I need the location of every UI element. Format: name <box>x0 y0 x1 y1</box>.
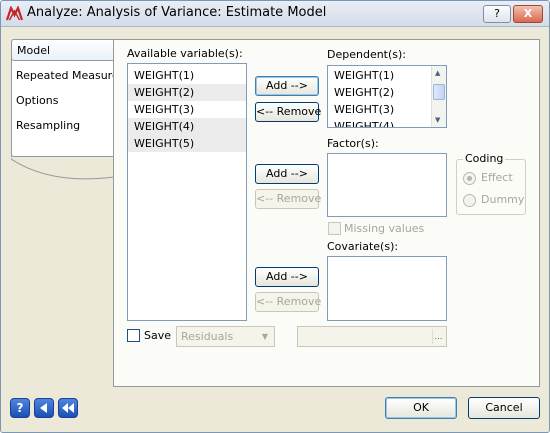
factor-label: Factor(s): <box>327 137 379 150</box>
add-factor-button[interactable]: Add --> <box>255 164 319 184</box>
list-item[interactable]: WEIGHT(2) <box>328 84 446 101</box>
dependent-label: Dependent(s): <box>327 48 407 61</box>
list-item[interactable]: WEIGHT(2) <box>128 84 246 101</box>
list-item[interactable]: WEIGHT(3) <box>328 101 446 118</box>
ok-button[interactable]: OK <box>385 397 457 419</box>
cancel-button[interactable]: Cancel <box>468 397 540 419</box>
scroll-down-icon[interactable]: ▼ <box>435 117 443 124</box>
dependent-scrollbar[interactable]: ▲ ▼ <box>431 66 446 127</box>
save-type-value: Residuals <box>181 330 234 343</box>
dummy-label: Dummy <box>481 193 525 206</box>
factor-list[interactable] <box>327 153 447 217</box>
browse-button[interactable]: ... <box>432 329 444 344</box>
covariate-list[interactable] <box>327 256 447 321</box>
missing-values-label: Missing values <box>344 222 425 235</box>
back-icon[interactable] <box>34 398 54 418</box>
title-help-button[interactable]: ? <box>483 5 511 23</box>
first-icon[interactable] <box>58 398 78 418</box>
coding-group: Coding Effect Dummy <box>456 152 526 215</box>
list-item[interactable]: WEIGHT(4) <box>128 118 246 135</box>
list-item[interactable]: WEIGHT(1) <box>328 67 446 84</box>
tab-resampling[interactable]: Resampling <box>11 115 114 137</box>
double-arrow-left-icon <box>62 403 74 413</box>
tab-repeated-measures[interactable]: Repeated Measures <box>11 65 124 87</box>
save-checkbox[interactable] <box>127 329 140 342</box>
title-close-button[interactable]: X <box>513 5 543 23</box>
effect-radio[interactable] <box>463 172 476 185</box>
missing-values-checkbox[interactable] <box>328 222 341 235</box>
available-variables-list[interactable]: WEIGHT(1) WEIGHT(2) WEIGHT(3) WEIGHT(4) … <box>127 63 247 321</box>
arrow-left-icon <box>40 403 47 413</box>
list-item[interactable]: WEIGHT(5) <box>128 135 246 152</box>
remove-factor-button[interactable]: <-- Remove <box>255 189 321 209</box>
chevron-down-icon: ▼ <box>261 332 269 341</box>
save-label: Save <box>144 329 172 342</box>
nav-tab-curve <box>11 155 114 195</box>
help-icon[interactable]: ? <box>10 398 30 418</box>
nav-tabs: Model Repeated Measures Options Resampli… <box>11 39 124 392</box>
effect-label: Effect <box>481 171 513 184</box>
list-item[interactable]: WEIGHT(1) <box>128 67 246 84</box>
scroll-up-icon[interactable]: ▲ <box>435 70 443 77</box>
title-bar: Analyze: Analysis of Variance: Estimate … <box>1 1 549 27</box>
save-path-field[interactable]: ... <box>297 326 447 347</box>
dummy-radio[interactable] <box>463 194 476 207</box>
list-item[interactable]: WEIGHT(3) <box>128 101 246 118</box>
window-title: Analyze: Analysis of Variance: Estimate … <box>27 5 327 20</box>
dialog-client: Model Repeated Measures Options Resampli… <box>1 28 549 432</box>
list-item[interactable]: WEIGHT(4) <box>328 118 446 127</box>
scroll-thumb[interactable] <box>433 84 445 100</box>
tab-model[interactable]: Model <box>11 39 114 61</box>
remove-dependent-button[interactable]: <-- Remove <box>255 102 321 122</box>
save-type-select[interactable]: Residuals ▼ <box>176 326 275 347</box>
remove-covariate-button[interactable]: <-- Remove <box>255 292 321 312</box>
available-variables-label: Available variable(s): <box>127 47 243 60</box>
dependent-list[interactable]: WEIGHT(1) WEIGHT(2) WEIGHT(3) WEIGHT(4) … <box>327 65 447 128</box>
model-panel: Available variable(s): WEIGHT(1) WEIGHT(… <box>113 39 540 387</box>
add-covariate-button[interactable]: Add --> <box>255 267 319 287</box>
covariate-label: Covariate(s): <box>327 240 399 253</box>
dialog-window: Analyze: Analysis of Variance: Estimate … <box>0 0 550 433</box>
coding-title: Coding <box>463 152 506 165</box>
app-logo-icon <box>6 6 23 21</box>
add-dependent-button[interactable]: Add --> <box>255 76 319 96</box>
tab-options[interactable]: Options <box>11 90 114 112</box>
